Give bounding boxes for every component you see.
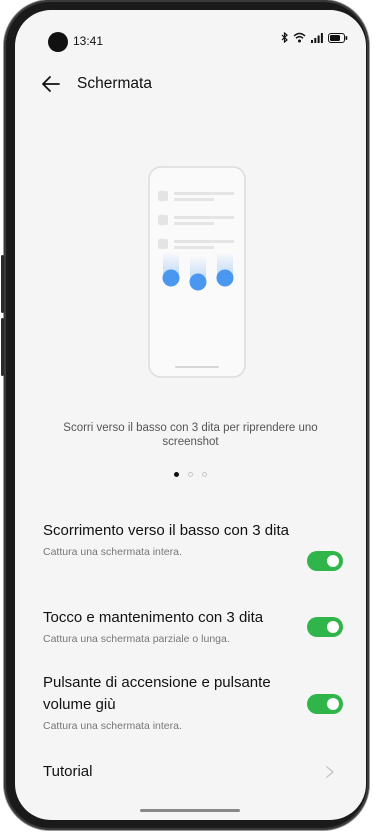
status-time: 13:41 [73,34,104,48]
page-dot-2[interactable] [188,472,193,477]
signal-icon [311,32,323,43]
status-icons [281,32,348,43]
back-arrow-icon[interactable] [39,72,63,96]
phone-frame: 13:41 Schermata Scorri verso il basso co… [1,0,369,830]
chevron-right-icon [326,766,334,778]
battery-icon [328,32,348,43]
power-button [1,318,4,376]
screen: 13:41 Schermata Scorri verso il basso co… [15,10,366,820]
three-finger-hold-toggle[interactable] [307,617,343,637]
app-header: Schermata [15,70,366,100]
power-volume-toggle[interactable] [307,694,343,714]
page-dot-3[interactable] [202,472,207,477]
setting-power-volume[interactable]: Pulsante di accensione e pulsante volume… [43,672,343,732]
status-bar: 13:41 [15,10,366,54]
setting-subtitle: Cattura una schermata intera. [43,546,182,558]
setting-subtitle: Cattura una schermata parziale o lunga. [43,633,230,645]
front-camera [48,32,68,52]
setting-subtitle: Cattura una schermata intera. [43,720,182,732]
page-indicator [15,472,366,477]
setting-three-finger-hold[interactable]: Tocco e mantenimento con 3 dita Cattura … [43,607,343,645]
setting-title: Tocco e mantenimento con 3 dita [43,609,264,626]
tutorial-row[interactable]: Tutorial [43,761,343,785]
setting-title: Pulsante di accensione e pulsante volume… [43,674,271,713]
home-indicator[interactable] [140,809,240,812]
page-dot-1[interactable] [174,472,179,477]
volume-button [1,255,4,313]
three-finger-swipe-toggle[interactable] [307,551,343,571]
tutorial-label: Tutorial [43,763,93,780]
three-finger-swipe-illustration [148,166,246,378]
bluetooth-icon [281,32,288,43]
illustration-caption: Scorri verso il basso con 3 dita per rip… [63,422,318,448]
setting-title: Scorrimento verso il basso con 3 dita [43,522,289,539]
page-title: Schermata [77,75,152,92]
setting-three-finger-swipe[interactable]: Scorrimento verso il basso con 3 dita Ca… [43,520,343,571]
wifi-icon [293,32,306,43]
